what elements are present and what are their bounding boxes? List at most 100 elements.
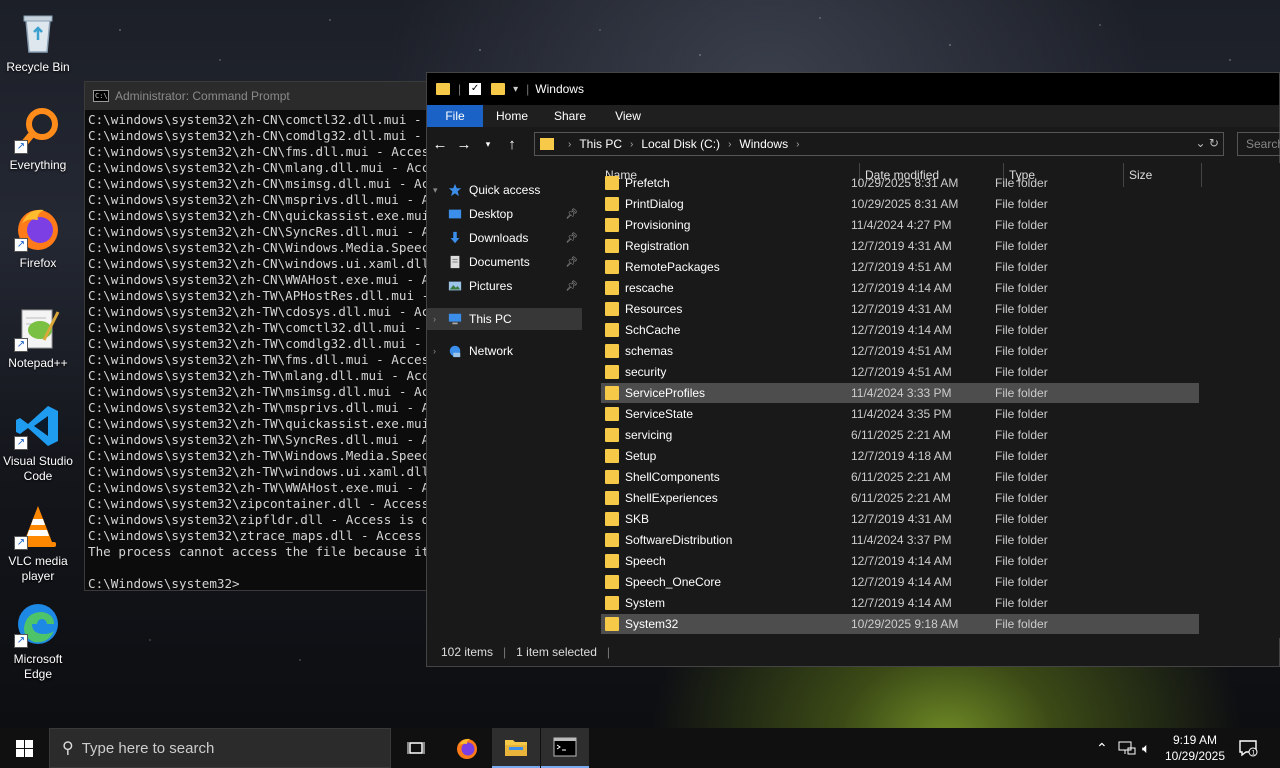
firefox-icon: ↗: [14, 204, 62, 252]
chevron-right-icon[interactable]: ›: [568, 139, 571, 150]
chevron-right-icon[interactable]: ›: [433, 314, 443, 324]
file-row[interactable]: Registration 12/7/2019 4:31 AM File folder: [601, 236, 1199, 256]
desktop-icon-vlc[interactable]: ↗ VLC media player: [2, 502, 74, 584]
file-row[interactable]: ShellComponents 6/11/2025 2:21 AM File fol…: [601, 467, 1199, 487]
file-row[interactable]: SKB 12/7/2019 4:31 AM File folder: [601, 509, 1199, 529]
desktop-icon-everything[interactable]: ↗ Everything: [2, 106, 74, 173]
file-row[interactable]: schemas 12/7/2019 4:51 AM File folder: [601, 341, 1199, 361]
notifications-icon[interactable]: 1: [1238, 728, 1258, 768]
desktop-icon-vscode[interactable]: ↗ Visual Studio Code: [2, 402, 74, 484]
file-name: schemas: [625, 344, 674, 358]
pin-icon[interactable]: 📌︎: [565, 209, 578, 220]
breadcrumb-windows[interactable]: Windows: [739, 137, 788, 151]
file-row[interactable]: rescache 12/7/2019 4:14 AM File folder: [601, 278, 1199, 298]
task-view-icon: [407, 742, 425, 754]
file-row[interactable]: Setup 12/7/2019 4:18 AM File folder: [601, 446, 1199, 466]
file-row[interactable]: ShellExperiences 6/11/2025 2:21 AM File fo…: [601, 488, 1199, 508]
file-explorer-window[interactable]: | ✓ ▾ | Windows File Home Share View ← →…: [426, 72, 1280, 667]
back-arrow-icon[interactable]: ←: [429, 136, 451, 153]
taskbar-command-prompt[interactable]: [541, 728, 589, 768]
desktop-icon-edge[interactable]: ↗ Microsoft Edge: [2, 600, 74, 682]
desktop-icon-recycle-bin[interactable]: Recycle Bin: [2, 8, 74, 75]
address-bar[interactable]: › This PC › Local Disk (C:) › Windows › …: [534, 132, 1224, 156]
properties-checkbox-icon[interactable]: ✓: [469, 83, 482, 95]
chevron-down-icon[interactable]: ▾: [433, 185, 443, 196]
file-row[interactable]: System 12/7/2019 4:14 AM File folder: [601, 593, 1199, 613]
file-row[interactable]: ServiceProfiles 11/4/2024 3:33 PM File fol…: [601, 383, 1199, 403]
file-name: Speech: [625, 554, 666, 568]
column-divider[interactable]: [1201, 163, 1202, 187]
file-row[interactable]: Prefetch 10/29/2025 8:31 AM File folder: [601, 173, 1199, 193]
clock-time: 9:19 AM: [1172, 733, 1218, 747]
tab-file[interactable]: File: [427, 105, 483, 127]
show-hidden-icons-chevron-icon[interactable]: ⌃: [1096, 728, 1108, 768]
file-type: File folder: [995, 323, 1048, 337]
tab-view[interactable]: View: [599, 105, 657, 127]
nav-network[interactable]: › Network: [427, 340, 582, 362]
file-row[interactable]: System32 10/29/2025 9:18 AM File folder: [601, 614, 1199, 634]
search-input[interactable]: Search: [1237, 132, 1280, 156]
file-row[interactable]: Resources 12/7/2019 4:31 AM File folder: [601, 299, 1199, 319]
folder-icon: [605, 428, 619, 442]
breadcrumb-this-pc[interactable]: This PC: [579, 137, 622, 151]
nav-downloads[interactable]: Downloads 📌︎: [427, 227, 582, 249]
nav-documents[interactable]: Documents 📌︎: [427, 251, 582, 273]
qa-dropdown-icon[interactable]: ▾: [513, 84, 518, 95]
file-row[interactable]: security 12/7/2019 4:51 AM File folder: [601, 362, 1199, 382]
breadcrumb-local-disk[interactable]: Local Disk (C:): [641, 137, 720, 151]
file-type: File folder: [995, 491, 1048, 505]
cmd-line: C:\windows\system32\zh-TW\msprivs.dll.mu…: [88, 400, 443, 415]
chevron-right-icon[interactable]: ›: [728, 139, 731, 150]
nav-this-pc[interactable]: › This PC: [427, 308, 582, 330]
cmd-title-bar[interactable]: C:\ Administrator: Command Prompt: [85, 82, 443, 110]
refresh-icon[interactable]: ⌄ ↻: [1196, 136, 1219, 150]
recent-locations-chevron-icon[interactable]: ▾: [477, 139, 499, 150]
up-arrow-icon[interactable]: ↑: [501, 136, 523, 153]
chevron-right-icon[interactable]: ›: [796, 139, 799, 150]
task-view-button[interactable]: [392, 728, 440, 768]
clock[interactable]: 9:19 AM 10/29/2025: [1160, 732, 1230, 764]
desktop-icon-firefox[interactable]: ↗ Firefox: [2, 204, 74, 271]
shortcut-arrow-icon: ↗: [14, 436, 28, 450]
file-date-modified: 12/7/2019 4:51 AM: [851, 260, 952, 274]
new-folder-icon[interactable]: [491, 83, 506, 95]
pin-icon[interactable]: 📌︎: [565, 233, 578, 244]
file-row[interactable]: Speech 12/7/2019 4:14 AM File folder: [601, 551, 1199, 571]
taskbar-search[interactable]: ⚲ Type here to search: [49, 728, 391, 768]
chevron-right-icon[interactable]: ›: [433, 346, 443, 356]
nav-pictures[interactable]: Pictures 📌︎: [427, 275, 582, 297]
command-prompt-window[interactable]: C:\ Administrator: Command Prompt C:\win…: [84, 81, 444, 591]
file-row[interactable]: ServiceState 11/4/2024 3:35 PM File folder: [601, 404, 1199, 424]
volume-icon[interactable]: 🔈︎: [1142, 728, 1150, 768]
nav-label: Documents: [469, 255, 530, 269]
cmd-output[interactable]: C:\windows\system32\zh-CN\comctl32.dll.m…: [85, 110, 443, 590]
cmd-line: C:\windows\system32\zh-TW\WWAHost.exe.mu…: [88, 480, 443, 495]
cmd-line: C:\windows\system32\zh-TW\SyncRes.dll.mu…: [88, 432, 443, 447]
explorer-title-bar[interactable]: | ✓ ▾ | Windows: [427, 73, 1279, 105]
file-row[interactable]: RemotePackages 12/7/2019 4:51 AM File fold…: [601, 257, 1199, 277]
nav-quick-access[interactable]: ▾ Quick access: [427, 179, 582, 201]
file-row[interactable]: SoftwareDistribution 11/4/2024 3:37 PM Fil…: [601, 530, 1199, 550]
desktop-icon-notepad-plus-plus[interactable]: ↗ Notepad++: [2, 304, 74, 371]
chevron-right-icon[interactable]: ›: [630, 139, 633, 150]
network-status-icon[interactable]: [1118, 728, 1136, 768]
file-row[interactable]: SchCache 12/7/2019 4:14 AM File folder: [601, 320, 1199, 340]
file-row[interactable]: servicing 6/11/2025 2:21 AM File folder: [601, 425, 1199, 445]
cmd-line: C:\windows\system32\zh-TW\fms.dll.mui - …: [88, 352, 437, 367]
cmd-line: C:\windows\system32\zipfldr.dll - Access…: [88, 512, 443, 527]
file-name: System32: [625, 617, 679, 631]
forward-arrow-icon[interactable]: →: [453, 136, 475, 153]
start-button[interactable]: [0, 728, 48, 768]
taskbar-file-explorer[interactable]: [492, 728, 540, 768]
file-row[interactable]: Provisioning 11/4/2024 4:27 PM File folder: [601, 215, 1199, 235]
file-type: File folder: [995, 512, 1048, 526]
tab-home[interactable]: Home: [483, 105, 541, 127]
pin-icon[interactable]: 📌︎: [565, 281, 578, 292]
file-row[interactable]: PrintDialog 10/29/2025 8:31 AM File folder: [601, 194, 1199, 214]
nav-desktop[interactable]: Desktop 📌︎: [427, 203, 582, 225]
tab-share[interactable]: Share: [541, 105, 599, 127]
pin-icon[interactable]: 📌︎: [565, 257, 578, 268]
file-row[interactable]: Speech_OneCore 12/7/2019 4:14 AM File fold…: [601, 572, 1199, 592]
file-type: File folder: [995, 449, 1048, 463]
taskbar-firefox[interactable]: [443, 728, 491, 768]
